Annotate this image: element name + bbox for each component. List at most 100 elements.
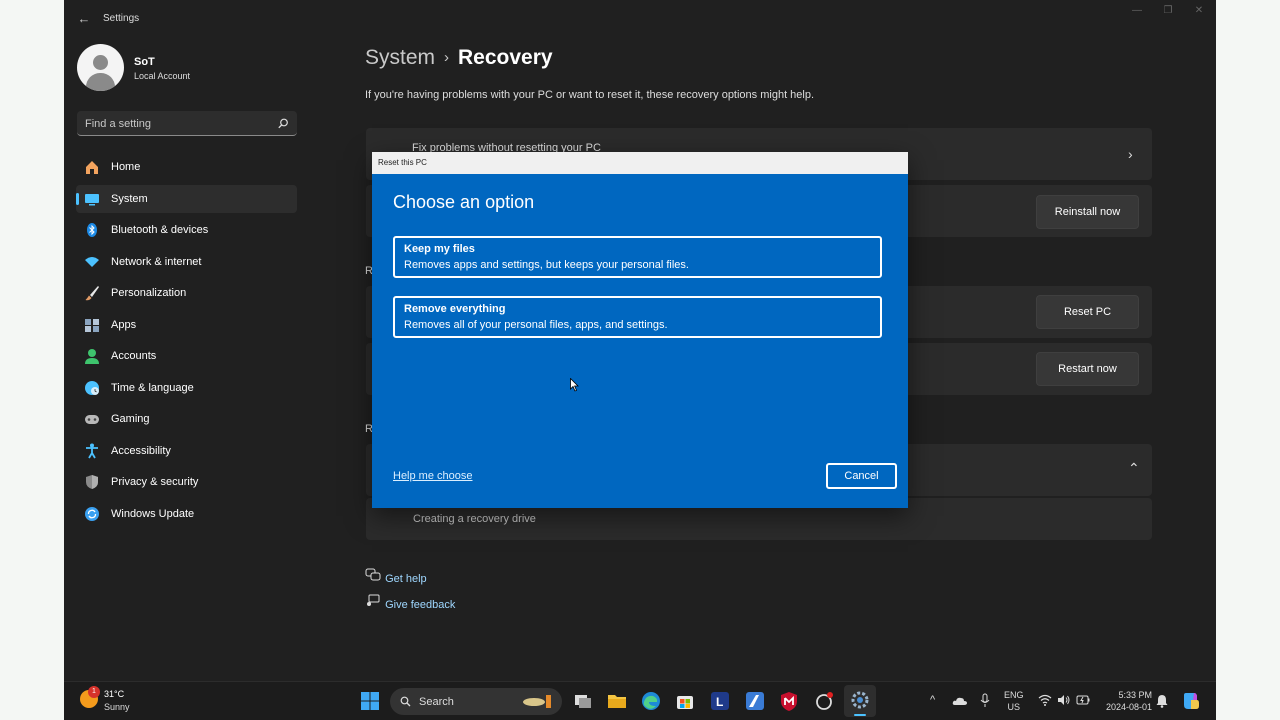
sidebar-item-label: Bluetooth & devices (111, 224, 209, 236)
recovery-drive-link[interactable]: Creating a recovery drive (413, 513, 536, 525)
page-title: Recovery (458, 46, 553, 69)
get-help-label: Get help (385, 573, 427, 585)
settings-taskbar-button[interactable] (844, 685, 876, 717)
sidebar-item-accounts[interactable]: Accounts (76, 342, 297, 370)
system-clock[interactable]: 5:33 PM 2024-08-01 (1100, 689, 1152, 713)
user-name: SoT (134, 56, 155, 68)
title-bar: ← Settings — ❐ ✕ (64, 0, 1216, 38)
sidebar-item-bluetooth[interactable]: Bluetooth & devices (76, 216, 297, 244)
sidebar-item-label: Personalization (111, 287, 187, 299)
weather-temperature[interactable]: 31°C (104, 689, 124, 699)
svg-text:L: L (716, 695, 723, 709)
region-code: US (1007, 702, 1021, 712)
shield-icon (86, 475, 98, 489)
battery-charging-icon[interactable] (1076, 694, 1090, 706)
sidebar-item-system[interactable]: System (76, 184, 297, 213)
option-title: Keep my files (404, 243, 475, 255)
volume-icon[interactable] (1057, 694, 1071, 706)
bluetooth-icon (87, 223, 97, 237)
avatar[interactable] (77, 44, 124, 91)
option-title: Remove everything (404, 303, 506, 315)
sidebar-item-gaming[interactable]: Gaming (76, 405, 297, 433)
weather-notification-badge: 1 (88, 686, 100, 698)
back-button[interactable]: ← (76, 11, 92, 27)
onedrive-cloud-icon[interactable] (952, 695, 968, 706)
notification-bell-icon[interactable] (1156, 694, 1168, 708)
edge-browser-icon[interactable] (640, 690, 662, 712)
taskbar-search-box[interactable]: Search (390, 688, 562, 715)
keep-my-files-option[interactable]: Keep my files Removes apps and settings,… (393, 236, 882, 278)
get-help-link[interactable]: Get help (364, 568, 427, 585)
remove-everything-option[interactable]: Remove everything Removes all of your pe… (393, 296, 882, 338)
tray-overflow-chevron[interactable]: ^ (930, 694, 935, 706)
snipping-tool-icon[interactable] (813, 690, 835, 712)
search-highlight-icon (523, 695, 551, 708)
option-description: Removes all of your personal files, apps… (404, 319, 668, 331)
sidebar-item-label: Apps (111, 318, 137, 331)
give-feedback-icon (367, 594, 380, 606)
restart-now-button[interactable]: Restart now (1036, 352, 1139, 386)
minimize-button[interactable]: — (1122, 4, 1152, 18)
mcafee-shield-icon[interactable] (778, 690, 800, 712)
give-feedback-label: Give feedback (385, 599, 456, 611)
taskbar: 1 31°C Sunny Search L ^ ENG US 5:33 PM 2… (64, 681, 1216, 720)
sidebar-item-network[interactable]: Network & internet (76, 248, 297, 276)
breadcrumb-parent[interactable]: System (365, 46, 435, 69)
chevron-up-icon: ⌃ (1128, 460, 1140, 476)
sidebar-item-label: Privacy & security (111, 476, 199, 488)
help-me-choose-link[interactable]: Help me choose (393, 470, 473, 482)
reset-pc-button[interactable]: Reset PC (1036, 295, 1139, 329)
give-feedback-link[interactable]: Give feedback (364, 594, 455, 611)
sidebar-item-label: Accessibility (111, 444, 171, 457)
search-icon[interactable] (278, 118, 289, 129)
drawing-app-icon[interactable] (744, 690, 766, 712)
gamepad-icon (85, 415, 99, 424)
input-language-indicator[interactable]: ENG US (1004, 689, 1024, 713)
sidebar-item-home[interactable]: Home (76, 153, 297, 181)
wifi-icon[interactable] (1038, 694, 1052, 706)
active-app-indicator (854, 714, 866, 716)
accessibility-icon (86, 443, 98, 458)
page-description: If you're having problems with your PC o… (365, 89, 815, 101)
close-button[interactable]: ✕ (1184, 4, 1214, 18)
get-help-icon (365, 568, 381, 581)
task-view-icon[interactable] (572, 690, 594, 712)
cancel-button[interactable]: Cancel (826, 463, 897, 489)
microphone-icon[interactable] (980, 693, 990, 708)
copilot-icon[interactable] (1180, 690, 1202, 712)
reset-pc-dialog: Reset this PC Choose an option Keep my f… (372, 152, 908, 508)
sidebar-item-privacy-security[interactable]: Privacy & security (76, 468, 297, 496)
sidebar-item-label: System (111, 192, 148, 205)
settings-search-box[interactable] (77, 111, 297, 136)
reinstall-now-button[interactable]: Reinstall now (1036, 195, 1139, 229)
l-app-icon[interactable]: L (709, 690, 731, 712)
file-explorer-icon[interactable] (606, 690, 628, 712)
taskbar-search-label: Search (419, 696, 454, 708)
brush-icon (85, 286, 99, 301)
settings-gear-icon (851, 691, 869, 709)
sidebar-item-label: Accounts (111, 350, 157, 362)
start-windows-icon[interactable] (359, 690, 381, 712)
mouse-cursor-icon (570, 378, 579, 392)
globe-clock-icon (85, 380, 99, 395)
sidebar-nav: Home System Bluetooth & devices Network … (76, 153, 297, 531)
weather-condition[interactable]: Sunny (104, 702, 130, 712)
sidebar-item-windows-update[interactable]: Windows Update (76, 500, 297, 528)
sidebar-item-label: Time & language (111, 381, 194, 394)
sidebar-item-accessibility[interactable]: Accessibility (76, 437, 297, 465)
chevron-right-icon: › (1128, 146, 1133, 162)
dialog-heading: Choose an option (393, 192, 535, 212)
settings-window: ← Settings — ❐ ✕ SoT Local Account Home … (64, 0, 1216, 720)
microsoft-store-icon[interactable] (674, 690, 696, 712)
sidebar-item-time-language[interactable]: Time & language (76, 374, 297, 402)
breadcrumb: System › Recovery (365, 46, 553, 70)
search-input[interactable] (85, 116, 265, 131)
sidebar-item-label: Windows Update (111, 507, 195, 520)
search-icon (400, 696, 411, 707)
sidebar-item-apps[interactable]: Apps (76, 311, 297, 339)
maximize-button[interactable]: ❐ (1153, 4, 1183, 18)
avatar-body-shape (86, 73, 115, 91)
home-icon (86, 161, 98, 174)
dialog-title: Reset this PC (372, 152, 908, 174)
sidebar-item-personalization[interactable]: Personalization (76, 279, 297, 307)
